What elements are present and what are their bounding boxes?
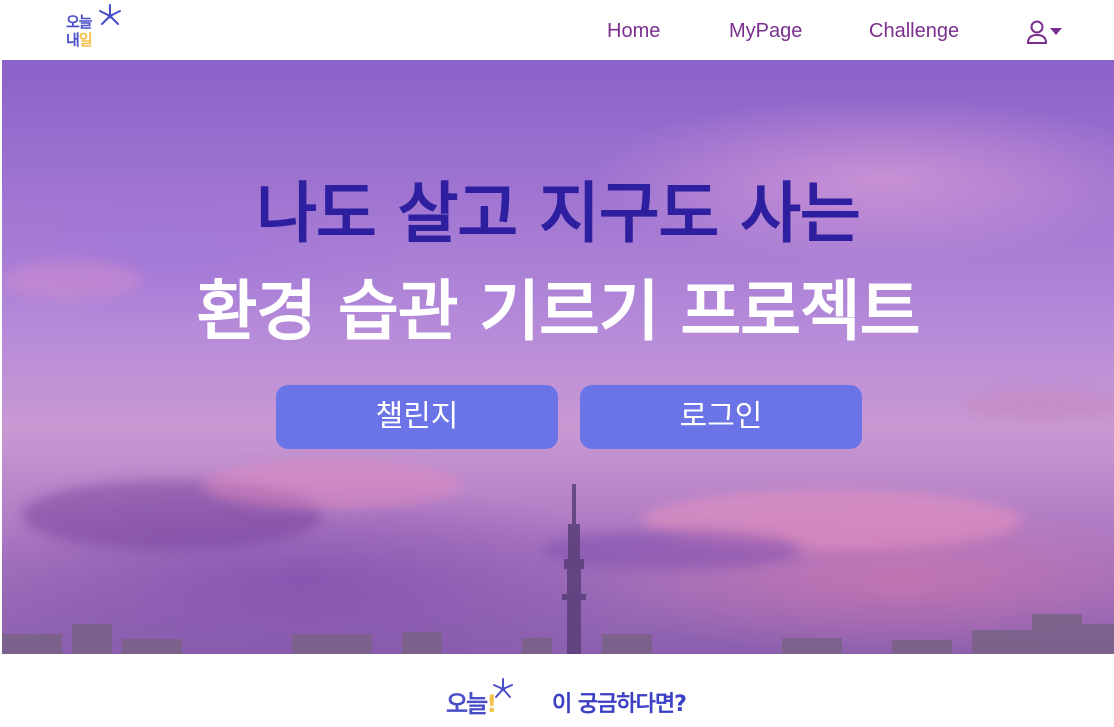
hero-title-line1: 나도 살고 지구도 사는 bbox=[256, 175, 860, 252]
logo-line2-a: 내 bbox=[66, 31, 80, 49]
footer-text: 이 궁금하다면? bbox=[552, 692, 687, 717]
cloud bbox=[962, 390, 1114, 420]
footer-strip: 오늘! 이 궁금하다면? bbox=[0, 654, 1114, 727]
flower-icon bbox=[493, 678, 513, 698]
navbar: 오늘 내일 Home MyPage Challenge bbox=[0, 0, 1114, 60]
footer-logo-a: 오 bbox=[446, 690, 468, 718]
nav-challenge[interactable]: Challenge bbox=[869, 20, 959, 43]
footer-logo-b: 늘 bbox=[466, 690, 488, 718]
user-menu-dropdown[interactable] bbox=[1024, 18, 1068, 46]
logo-line2-b: 일 bbox=[78, 31, 93, 49]
caret-down-icon bbox=[1050, 28, 1062, 35]
logo-line2: 내일 bbox=[66, 31, 93, 49]
hero-title-line2: 환경 습관 기르기 프로젝트 bbox=[196, 273, 921, 350]
nav-home[interactable]: Home bbox=[607, 20, 660, 43]
nav-mypage[interactable]: MyPage bbox=[729, 20, 802, 43]
login-button[interactable]: 로그인 bbox=[580, 385, 862, 449]
flower-icon bbox=[99, 4, 121, 25]
hero-banner: 나도 살고 지구도 사는 환경 습관 기르기 프로젝트 챌린지 로그인 bbox=[2, 60, 1114, 654]
logo-line1: 오늘 bbox=[66, 13, 93, 31]
challenge-button[interactable]: 챌린지 bbox=[276, 385, 558, 449]
city-skyline bbox=[2, 484, 1114, 654]
user-icon bbox=[1026, 20, 1048, 44]
footer-logo: 오늘! bbox=[446, 676, 524, 718]
logo[interactable]: 오늘 내일 bbox=[66, 2, 128, 54]
